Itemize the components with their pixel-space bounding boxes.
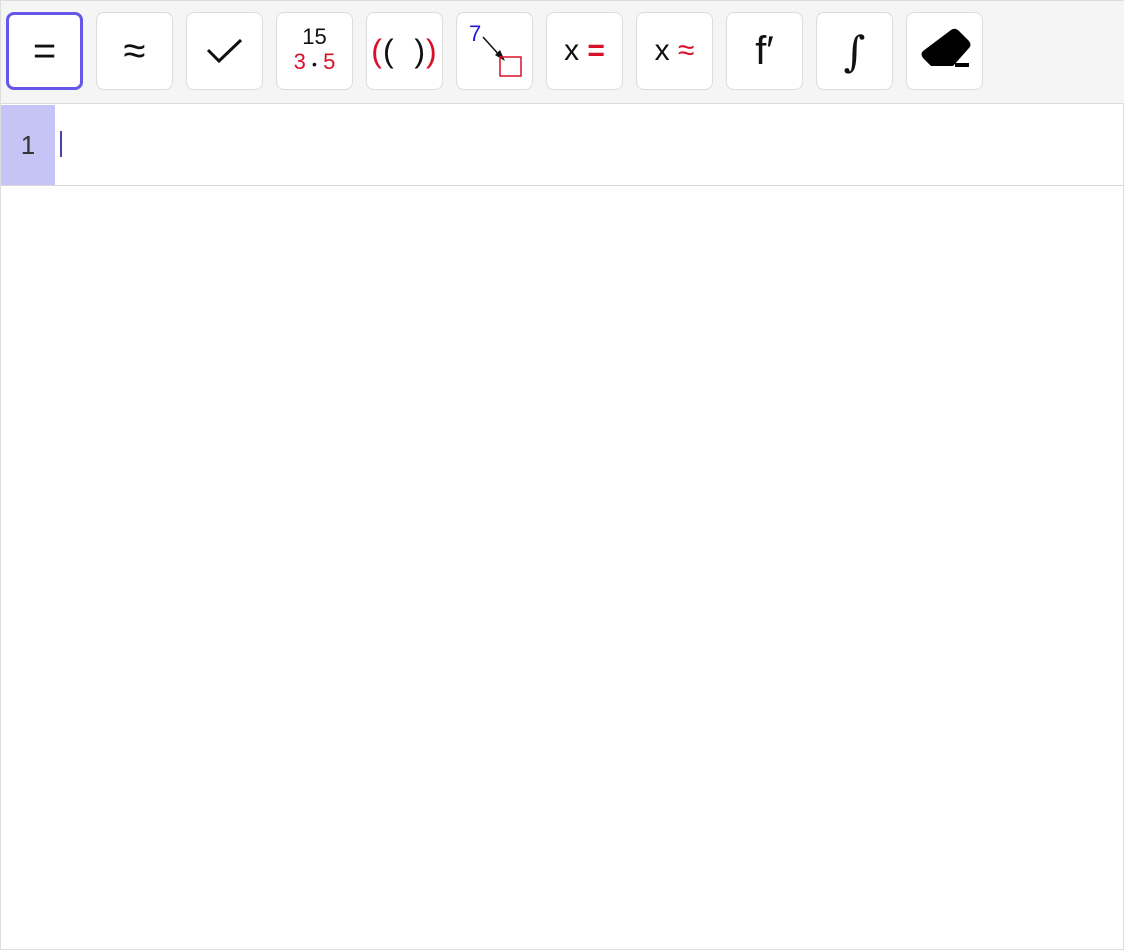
numeric-button[interactable]: ≈ [96, 12, 173, 90]
eraser-icon [921, 28, 970, 67]
cas-input[interactable] [57, 105, 1124, 185]
cas-row[interactable]: 1 [1, 105, 1124, 186]
derivative-button[interactable]: f′ [726, 12, 803, 90]
checkmark-icon [206, 38, 242, 64]
substitute-button[interactable]: 7 [456, 12, 533, 90]
expand-button[interactable]: (( )) [366, 12, 443, 90]
integral-button[interactable]: ∫ [816, 12, 893, 90]
delete-button[interactable] [906, 12, 983, 90]
factor-button[interactable]: 15 3 • 5 [276, 12, 353, 90]
substitute-arrow-icon [482, 36, 522, 77]
cas-toolbar: = ≈ 15 3 • 5 (( )) 7 x = x ≈ f′ ∫ [1, 1, 1124, 104]
keep-input-button[interactable] [186, 12, 263, 90]
evaluate-button[interactable]: = [6, 12, 83, 90]
text-caret [60, 131, 62, 157]
row-number[interactable]: 1 [1, 105, 55, 185]
solve-numerically-button[interactable]: x ≈ [636, 12, 713, 90]
solve-button[interactable]: x = [546, 12, 623, 90]
